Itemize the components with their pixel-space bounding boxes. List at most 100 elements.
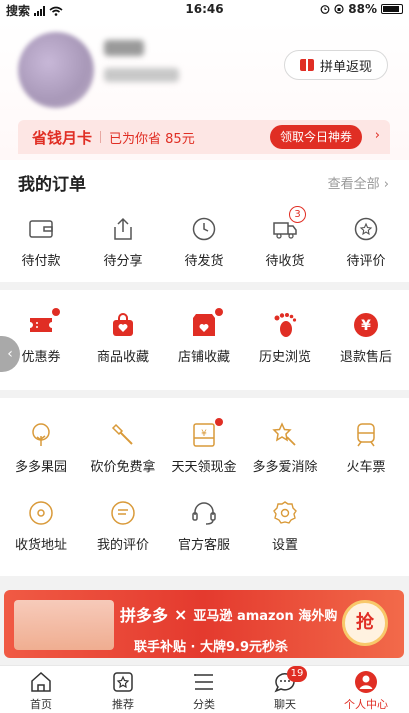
location-icon: [28, 500, 54, 526]
new-dot: [215, 308, 223, 316]
favorites-item-label: 店铺收藏: [177, 350, 230, 365]
order-item-label: 待评价: [346, 254, 386, 269]
tab-profile[interactable]: 个人中心: [325, 670, 407, 712]
axe-icon: [110, 422, 136, 448]
new-dot: [52, 308, 60, 316]
cash-icon: ¥: [191, 418, 223, 448]
service-bargain[interactable]: 砍价免费拿: [82, 422, 164, 475]
svg-text:¥: ¥: [361, 318, 371, 334]
service-item-label: 设置: [271, 538, 298, 553]
tab-chat[interactable]: 19 聊天: [244, 666, 326, 712]
share-icon: [110, 216, 136, 242]
category-icon: [192, 670, 216, 694]
comment-icon: [110, 500, 136, 526]
recommend-icon: [111, 670, 135, 694]
grab-button[interactable]: 抢: [342, 600, 388, 646]
tab-label: 分类: [193, 698, 215, 711]
service-orchard[interactable]: 多多果园: [0, 422, 82, 475]
tab-label: 个人中心: [344, 698, 388, 711]
order-pending-receive[interactable]: 3 待收货: [244, 206, 326, 269]
money-card-divider: [100, 131, 102, 143]
profile-header: 拼单返现 省钱月卡 已为你省 85元 领取今日神券 ›: [0, 20, 409, 160]
favorites-refund[interactable]: ¥ 退款售后: [325, 312, 407, 365]
chat-icon: 19: [273, 666, 307, 694]
tab-label: 聊天: [274, 698, 296, 711]
service-item-label: 砍价免费拿: [90, 460, 156, 475]
tab-category[interactable]: 分类: [163, 670, 245, 712]
orientation-lock-icon: [334, 4, 344, 14]
chevron-right-icon: ›: [374, 128, 380, 143]
brand-name: 拼多多: [120, 606, 169, 625]
home-icon: [29, 670, 53, 694]
username-blurred: [104, 40, 144, 56]
favorites-history[interactable]: 历史浏览: [244, 312, 326, 365]
service-daily-cash[interactable]: ¥ 天天领现金: [163, 418, 245, 475]
order-pending-payment[interactable]: 待付款: [0, 216, 82, 269]
order-item-label: 待发货: [184, 254, 224, 269]
battery-percent: 88%: [348, 2, 377, 16]
favorites-shops[interactable]: 店铺收藏: [163, 308, 245, 365]
service-my-reviews[interactable]: 我的评价: [82, 500, 164, 553]
orders-title: 我的订单: [18, 175, 86, 195]
user-subtitle-blurred: [104, 68, 179, 82]
new-dot: [215, 418, 223, 426]
status-bar: 搜索 16:46 88%: [0, 0, 409, 20]
money-saver-card[interactable]: 省钱月卡 已为你省 85元 领取今日神券 ›: [18, 120, 390, 154]
cashback-button-label: 拼单返现: [319, 59, 372, 75]
order-item-label: 待收货: [265, 254, 305, 269]
order-pending-review[interactable]: 待评价: [325, 216, 407, 269]
refund-icon: ¥: [353, 312, 379, 338]
view-all-orders-link[interactable]: 查看全部 ›: [328, 173, 389, 192]
battery-icon: [381, 4, 403, 14]
gear-icon: [272, 500, 298, 526]
order-item-label: 待付款: [21, 254, 61, 269]
banner-subtitle: 联手补贴 · 大牌9.9元秒杀: [134, 640, 289, 655]
avatar[interactable]: [18, 32, 94, 108]
favorites-item-label: 商品收藏: [96, 350, 149, 365]
orders-section: 我的订单 查看全部 › 待付款 待分享 待发货 3 待收货 待评价: [0, 160, 409, 282]
shop-heart-icon: [191, 308, 223, 338]
favorites-products[interactable]: 商品收藏: [82, 312, 164, 365]
tab-label: 首页: [30, 698, 52, 711]
promo-banner: 拼多多 × 亚马逊 amazon 海外购 联手补贴 · 大牌9.9元秒杀 抢: [0, 585, 409, 665]
money-card-title: 省钱月卡: [32, 128, 93, 147]
tree-icon: [28, 422, 54, 448]
banner-logo: 拼多多 × 亚马逊 amazon 海外购: [120, 602, 337, 626]
service-settings[interactable]: 设置: [244, 500, 326, 553]
service-item-label: 收货地址: [14, 538, 67, 553]
user-icon: [354, 670, 378, 694]
bottom-tab-bar: 首页 推荐 分类 19 聊天 个人中心: [0, 665, 409, 713]
bag-heart-icon: [110, 312, 136, 338]
promo-banner-card[interactable]: 拼多多 × 亚马逊 amazon 海外购 联手补贴 · 大牌9.9元秒杀 抢: [4, 590, 404, 658]
order-pending-ship[interactable]: 待发货: [163, 216, 245, 269]
wallet-icon: [28, 216, 54, 242]
headset-icon: [191, 500, 217, 526]
tab-label: 推荐: [112, 698, 134, 711]
gift-icon: [299, 59, 314, 71]
banner-x-mark: ×: [174, 604, 188, 624]
tab-recommend[interactable]: 推荐: [82, 670, 164, 712]
services-section: 多多果园 砍价免费拿 ¥ 天天领现金 多多爱消除 火车票 收货地址 我的评价 官…: [0, 398, 409, 576]
footprint-icon: [272, 312, 298, 338]
order-item-label: 待分享: [103, 254, 143, 269]
order-count-badge: 3: [289, 206, 306, 223]
review-icon: [353, 216, 379, 242]
chat-unread-badge: 19: [287, 666, 307, 682]
service-train-tickets[interactable]: 火车票: [325, 422, 407, 475]
train-icon: [353, 422, 379, 448]
service-customer-support[interactable]: 官方客服: [163, 500, 245, 553]
star-wand-icon: [272, 422, 298, 448]
clock-icon: [191, 216, 217, 242]
favorites-section: 优惠券 商品收藏 店铺收藏 历史浏览 ¥ 退款售后: [0, 290, 409, 390]
banner-products-image: [14, 600, 114, 650]
cashback-button[interactable]: 拼单返现: [284, 50, 388, 80]
favorites-item-label: 退款售后: [339, 350, 392, 365]
claim-coupon-button[interactable]: 领取今日神券: [269, 125, 362, 149]
tab-home[interactable]: 首页: [0, 670, 82, 712]
favorites-item-label: 历史浏览: [258, 350, 311, 365]
service-item-label: 官方客服: [177, 538, 230, 553]
status-right: 88%: [320, 2, 403, 16]
service-address[interactable]: 收货地址: [0, 500, 82, 553]
order-pending-share[interactable]: 待分享: [82, 216, 164, 269]
service-match-game[interactable]: 多多爱消除: [244, 422, 326, 475]
